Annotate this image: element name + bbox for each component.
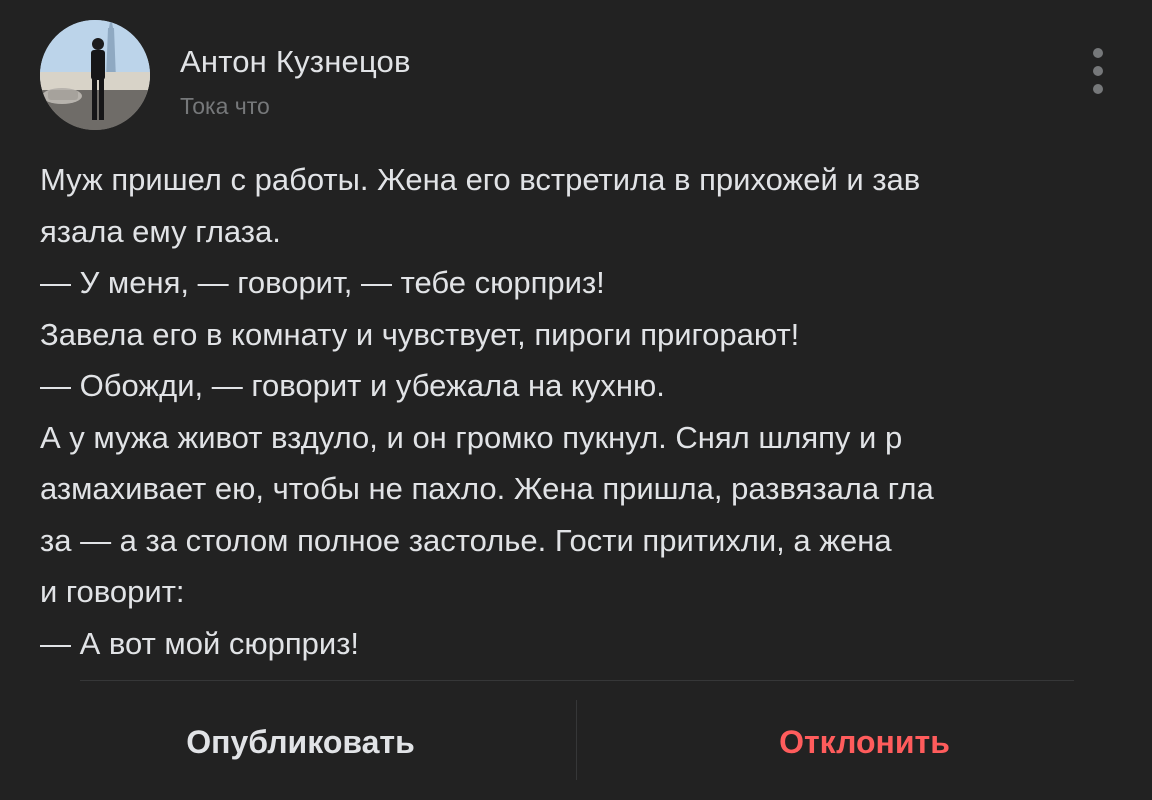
post-timestamp: Тока что <box>180 93 270 119</box>
more-options-icon[interactable] <box>1082 46 1114 96</box>
post-text-line: за — а за столом полное застолье. Гости … <box>40 522 892 558</box>
decline-button[interactable]: Отклонить <box>577 700 1152 784</box>
post-text-line: А у мужа живот вздуло, и он громко пукну… <box>40 419 903 455</box>
actions-divider <box>80 680 1074 681</box>
post-text-line: Завела его в комнату и чувствует, пироги… <box>40 316 800 352</box>
more-dot <box>1093 66 1103 76</box>
post-text-line: — А вот мой сюрприз! <box>40 625 360 661</box>
post-text: Муж пришел с работы. Жена его встретила … <box>40 154 1110 669</box>
post-text-line: и говорит: <box>40 574 185 609</box>
more-dot <box>1093 84 1103 94</box>
author-name[interactable]: Антон Кузнецов <box>180 44 411 80</box>
more-dot <box>1093 48 1103 58</box>
author-avatar[interactable] <box>40 20 150 130</box>
post-text-line: азмахивает ею, чтобы не пахло. Жена приш… <box>40 471 934 506</box>
post-text-line: язала ему глаза. <box>40 213 281 249</box>
suggested-post-card: Антон Кузнецов Тока что Муж пришел с раб… <box>0 0 1152 800</box>
publish-button[interactable]: Опубликовать <box>0 700 576 784</box>
post-text-line: — Обожди, — говорит и убежала на кухню. <box>40 368 665 403</box>
avatar-photo-icon <box>40 20 150 130</box>
post-text-line: — У меня, — говорит, — тебе сюрприз! <box>40 265 605 300</box>
post-text-line: Муж пришел с работы. Жена его встретила … <box>40 162 921 197</box>
